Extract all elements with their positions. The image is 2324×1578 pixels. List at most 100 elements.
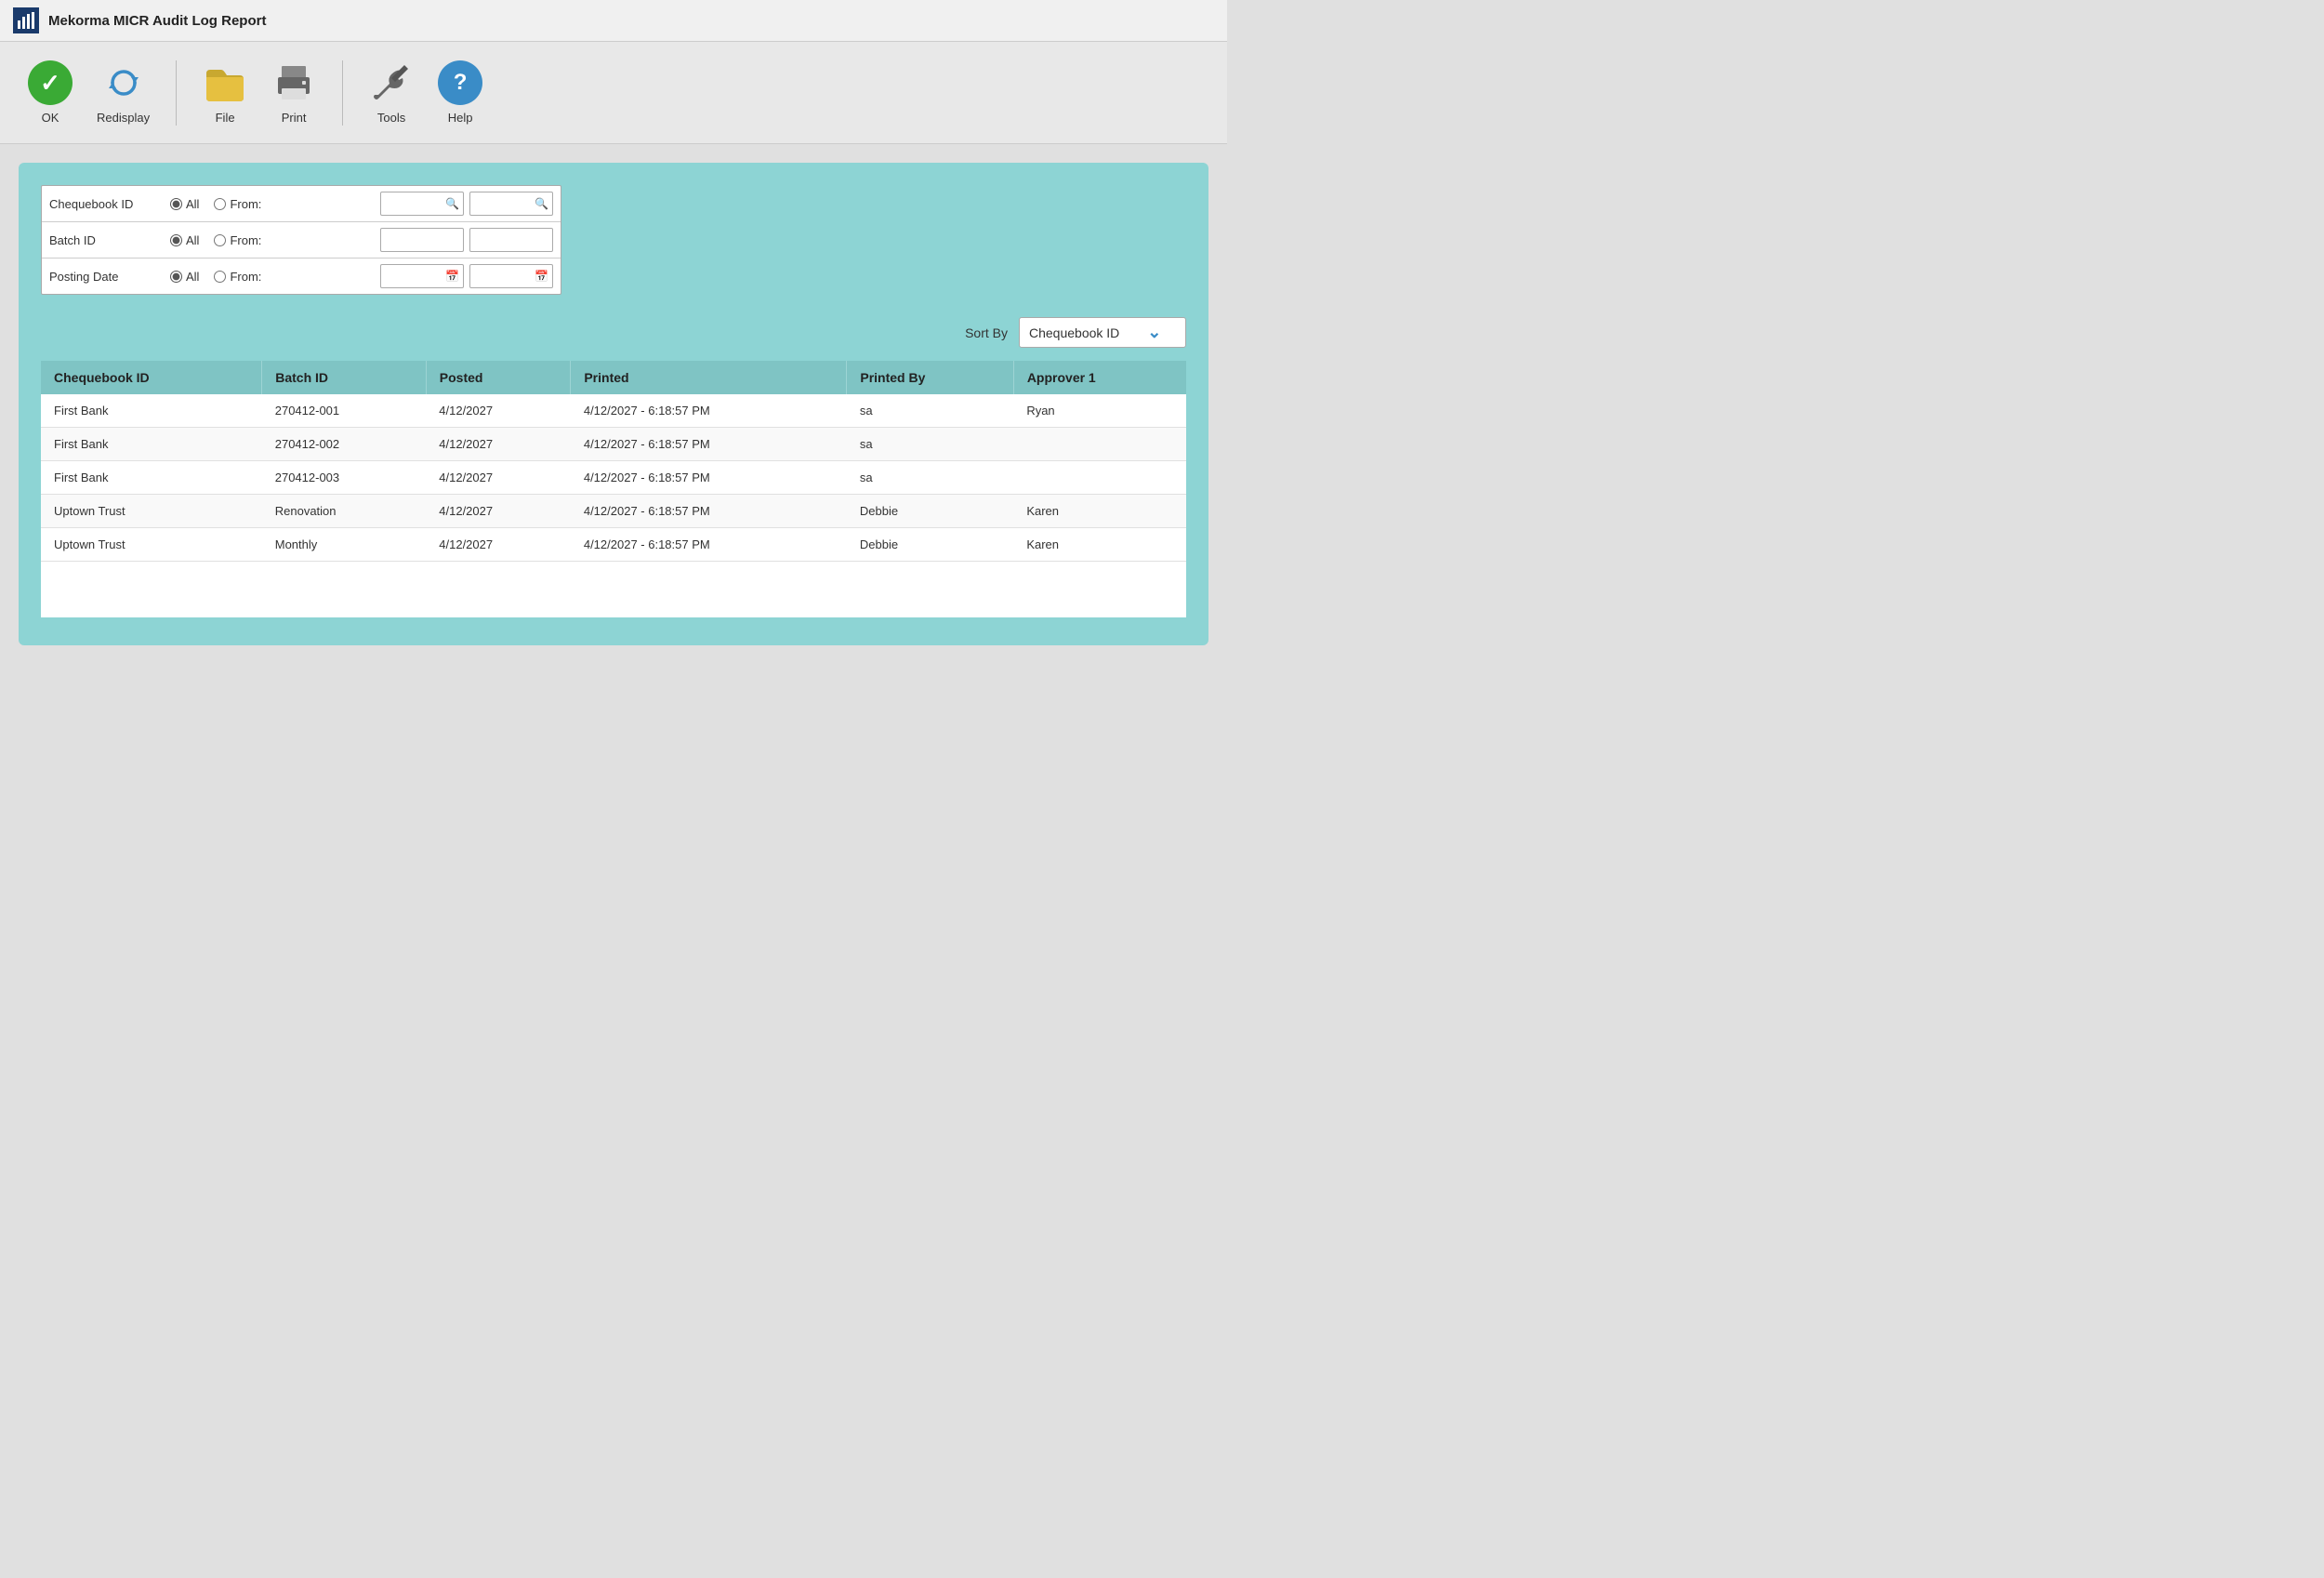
cell-row0-col0: First Bank: [41, 394, 262, 428]
radio-chequebook-all[interactable]: [170, 198, 182, 210]
chequebook-to-input[interactable]: [469, 192, 553, 216]
table-row[interactable]: First Bank270412-0024/12/20274/12/2027 -…: [41, 428, 1186, 461]
filter-label-batch: Batch ID: [49, 233, 170, 247]
cell-row2-col5: [1013, 461, 1186, 495]
table-row[interactable]: Uptown TrustRenovation4/12/20274/12/2027…: [41, 495, 1186, 528]
filter-radio-chequebook-from[interactable]: From:: [214, 197, 261, 211]
cell-row3-col0: Uptown Trust: [41, 495, 262, 528]
title-bar: Mekorma MICR Audit Log Report: [0, 0, 1227, 42]
table-row[interactable]: Uptown TrustMonthly4/12/20274/12/2027 - …: [41, 528, 1186, 562]
cell-row2-col0: First Bank: [41, 461, 262, 495]
help-button[interactable]: ? Help: [429, 55, 492, 130]
filter-label-chequebook: Chequebook ID: [49, 197, 170, 211]
col-header-approver1: Approver 1: [1013, 361, 1186, 394]
cell-row0-col5: Ryan: [1013, 394, 1186, 428]
print-label: Print: [282, 111, 307, 125]
cell-row2-col3: 4/12/2027 - 6:18:57 PM: [571, 461, 847, 495]
print-button[interactable]: Print: [262, 55, 325, 130]
filter-input-batch-to: [469, 228, 553, 252]
filter-radio-date-all[interactable]: All: [170, 270, 199, 284]
filter-radio-batch: All From:: [170, 233, 380, 247]
sort-by-value: Chequebook ID: [1029, 325, 1119, 340]
filter-inputs-chequebook: 🔍 🔍: [380, 192, 553, 216]
filter-radio-chequebook: All From:: [170, 197, 380, 211]
batch-from-input[interactable]: [380, 228, 464, 252]
col-header-printed: Printed: [571, 361, 847, 394]
batch-to-input[interactable]: [469, 228, 553, 252]
cell-row3-col2: 4/12/2027: [426, 495, 571, 528]
filter-section: Chequebook ID All From: 🔍: [41, 185, 561, 295]
tools-button[interactable]: Tools: [360, 55, 423, 130]
filter-input-chequebook-from: 🔍: [380, 192, 464, 216]
redisplay-label: Redisplay: [97, 111, 150, 125]
filter-input-chequebook-to: 🔍: [469, 192, 553, 216]
main-content: Chequebook ID All From: 🔍: [0, 144, 1227, 664]
radio-batch-all[interactable]: [170, 234, 182, 246]
cell-row1-col2: 4/12/2027: [426, 428, 571, 461]
filter-label-date: Posting Date: [49, 270, 170, 284]
cell-row0-col1: 270412-001: [262, 394, 427, 428]
toolbar: ✓ OK Redisplay: [0, 42, 1227, 144]
sort-by-select[interactable]: Chequebook ID ⌄: [1019, 317, 1186, 348]
col-header-chequebook-id: Chequebook ID: [41, 361, 262, 394]
table-row[interactable]: First Bank270412-0014/12/20274/12/2027 -…: [41, 394, 1186, 428]
cell-row4-col0: Uptown Trust: [41, 528, 262, 562]
table-row[interactable]: First Bank270412-0034/12/20274/12/2027 -…: [41, 461, 1186, 495]
data-table: Chequebook ID Batch ID Posted Printed Pr…: [41, 361, 1186, 562]
cell-row1-col5: [1013, 428, 1186, 461]
filter-inputs-date: 📅 📅: [380, 264, 553, 288]
filter-row-date: Posting Date All From: 📅: [42, 259, 561, 294]
file-label: File: [216, 111, 235, 125]
cell-row4-col5: Karen: [1013, 528, 1186, 562]
chequebook-from-input[interactable]: [380, 192, 464, 216]
file-icon: [203, 60, 247, 105]
tools-label: Tools: [377, 111, 405, 125]
date-from-input[interactable]: [380, 264, 464, 288]
radio-date-all[interactable]: [170, 271, 182, 283]
tools-icon: [369, 60, 414, 105]
cell-row3-col1: Renovation: [262, 495, 427, 528]
cell-row4-col4: Debbie: [847, 528, 1013, 562]
cell-row3-col3: 4/12/2027 - 6:18:57 PM: [571, 495, 847, 528]
filter-radio-batch-from[interactable]: From:: [214, 233, 261, 247]
table-body: First Bank270412-0014/12/20274/12/2027 -…: [41, 394, 1186, 562]
toolbar-group-1: ✓ OK Redisplay: [19, 55, 176, 130]
cell-row2-col2: 4/12/2027: [426, 461, 571, 495]
cell-row1-col4: sa: [847, 428, 1013, 461]
filter-radio-date: All From:: [170, 270, 380, 284]
file-button[interactable]: File: [193, 55, 257, 130]
toolbar-group-3: Tools ? Help: [343, 55, 508, 130]
filter-radio-batch-all[interactable]: All: [170, 233, 199, 247]
col-header-batch-id: Batch ID: [262, 361, 427, 394]
filter-inputs-batch: [380, 228, 553, 252]
table-header-row: Chequebook ID Batch ID Posted Printed Pr…: [41, 361, 1186, 394]
cell-row0-col3: 4/12/2027 - 6:18:57 PM: [571, 394, 847, 428]
table-header: Chequebook ID Batch ID Posted Printed Pr…: [41, 361, 1186, 394]
filter-radio-chequebook-all[interactable]: All: [170, 197, 199, 211]
cell-row3-col4: Debbie: [847, 495, 1013, 528]
col-header-posted: Posted: [426, 361, 571, 394]
filter-radio-date-from[interactable]: From:: [214, 270, 261, 284]
cell-row0-col4: sa: [847, 394, 1013, 428]
redisplay-button[interactable]: Redisplay: [87, 55, 159, 130]
cell-row4-col1: Monthly: [262, 528, 427, 562]
cell-row0-col2: 4/12/2027: [426, 394, 571, 428]
filter-input-date-to: 📅: [469, 264, 553, 288]
ok-label: OK: [42, 111, 59, 125]
cell-row3-col5: Karen: [1013, 495, 1186, 528]
radio-batch-from[interactable]: [214, 234, 226, 246]
cell-row2-col4: sa: [847, 461, 1013, 495]
date-to-input[interactable]: [469, 264, 553, 288]
chevron-down-icon: ⌄: [1147, 323, 1161, 342]
toolbar-group-2: File Print: [177, 55, 342, 130]
ok-button[interactable]: ✓ OK: [19, 55, 82, 130]
filter-row-chequebook: Chequebook ID All From: 🔍: [42, 186, 561, 222]
cell-row4-col2: 4/12/2027: [426, 528, 571, 562]
col-header-printed-by: Printed By: [847, 361, 1013, 394]
radio-date-from[interactable]: [214, 271, 226, 283]
radio-chequebook-from[interactable]: [214, 198, 226, 210]
table-footer: [41, 562, 1186, 617]
sort-by-row: Sort By Chequebook ID ⌄: [41, 317, 1186, 348]
cell-row4-col3: 4/12/2027 - 6:18:57 PM: [571, 528, 847, 562]
app-icon: [13, 7, 39, 33]
